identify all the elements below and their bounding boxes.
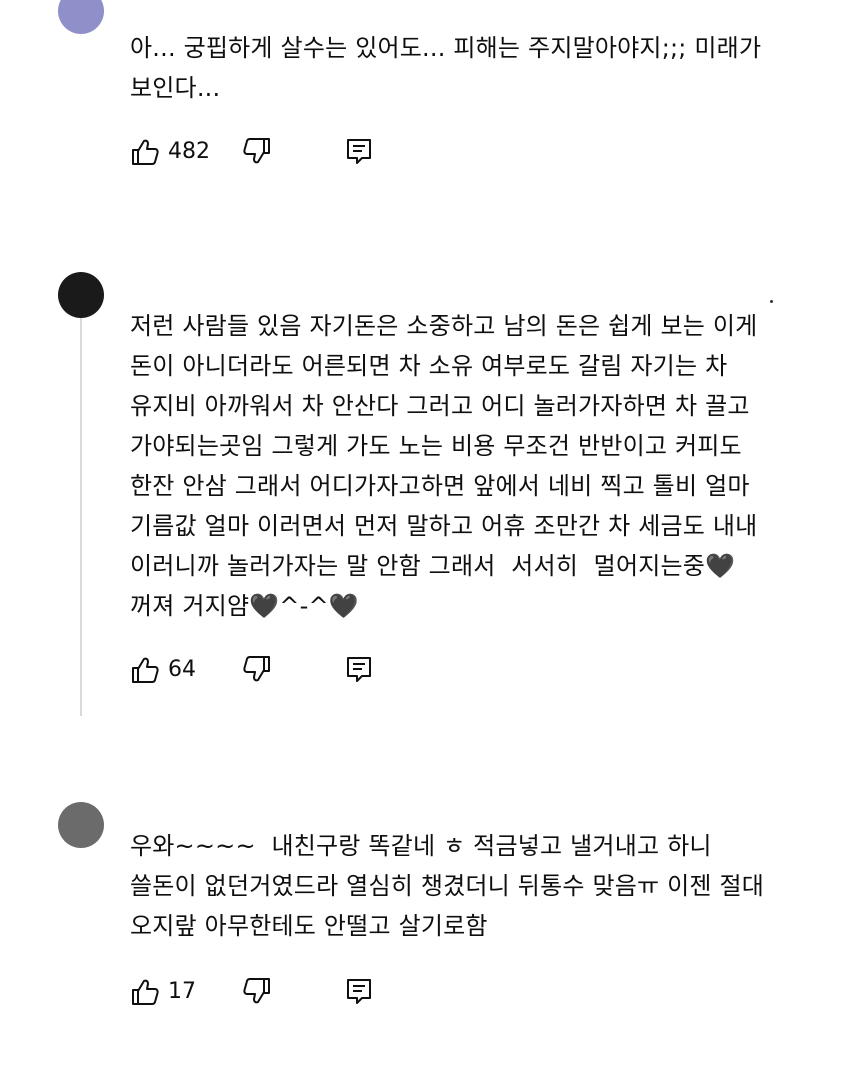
thumbs-up-icon — [130, 137, 160, 167]
reply-button[interactable] — [344, 654, 374, 684]
thumbs-up-icon — [130, 977, 160, 1007]
thread-line — [80, 318, 82, 716]
dislike-button[interactable] — [242, 136, 272, 166]
like-count: 17 — [168, 979, 196, 1004]
more-menu-icon[interactable] — [770, 300, 773, 303]
reply-comment-icon — [344, 654, 374, 684]
avatar[interactable] — [58, 802, 104, 848]
comment-text: 아... 궁핍하게 살수는 있어도... 피해는 주지말아야지;;; 미래가 보… — [130, 34, 770, 102]
thumbs-down-icon — [242, 136, 272, 166]
thumbs-down-icon — [242, 976, 272, 1006]
comment-text: 우와~~~~ 내친구랑 똑같네 ㅎ 적금넣고 낼거내고 하니 쓸돈이 없던거였드… — [130, 832, 772, 940]
dislike-button[interactable] — [242, 976, 272, 1006]
reply-button[interactable] — [344, 976, 374, 1006]
like-button[interactable]: 64 — [130, 654, 196, 686]
like-count: 482 — [168, 139, 210, 164]
reply-comment-icon — [344, 976, 374, 1006]
avatar[interactable] — [58, 272, 104, 318]
thumbs-up-icon — [130, 655, 160, 685]
like-button[interactable]: 482 — [130, 136, 210, 168]
like-count: 64 — [168, 657, 196, 682]
reply-button[interactable] — [344, 136, 374, 166]
like-button[interactable]: 17 — [130, 976, 196, 1008]
reply-comment-icon — [344, 136, 374, 166]
thumbs-down-icon — [242, 654, 272, 684]
comment-text: 저런 사람들 있음 자기돈은 소중하고 남의 돈은 쉽게 보는 이게 돈이 아니… — [130, 312, 766, 620]
dislike-button[interactable] — [242, 654, 272, 684]
avatar[interactable] — [58, 0, 104, 34]
